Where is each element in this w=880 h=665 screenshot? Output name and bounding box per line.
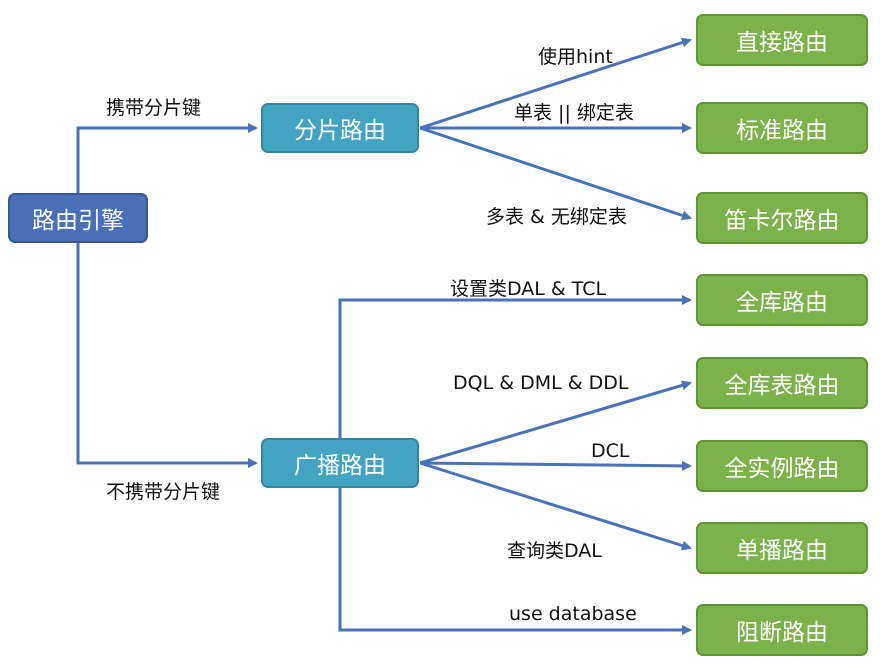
label-dql-dml-ddl: DQL & DML & DDL — [453, 372, 629, 394]
all-db-table-route-node[interactable]: 全库表路由 — [696, 357, 868, 409]
label-multi-no-binding: 多表 & 无绑定表 — [486, 206, 627, 228]
edge-broadcast-alldbtable — [419, 380, 692, 465]
label-dcl: DCL — [591, 440, 630, 462]
all-db-route-node[interactable]: 全库路由 — [696, 274, 868, 326]
broadcast-route-node[interactable]: 广播路由 — [261, 438, 419, 488]
edge-engine-sharding — [76, 123, 258, 193]
routing-engine-node[interactable]: 路由引擎 — [8, 193, 148, 243]
edge-engine-broadcast — [76, 243, 258, 468]
label-set-dal-tcl: 设置类DAL & TCL — [450, 278, 607, 300]
label-with-shard-key: 携带分片键 — [106, 97, 202, 119]
block-route-node[interactable]: 阻断路由 — [696, 604, 868, 656]
edge-broadcast-alldb — [338, 295, 692, 438]
sharding-route-node[interactable]: 分片路由 — [261, 103, 419, 153]
label-without-shard-key: 不携带分片键 — [106, 481, 221, 503]
cartesian-route-node[interactable]: 笛卡尔路由 — [696, 192, 868, 244]
label-use-database: use database — [509, 603, 637, 625]
label-use-hint: 使用hint — [538, 46, 613, 68]
standard-route-node[interactable]: 标准路由 — [696, 102, 868, 154]
edge-broadcast-allinstance — [419, 460, 692, 471]
label-query-dal: 查询类DAL — [507, 540, 602, 562]
all-instance-route-node[interactable]: 全实例路由 — [696, 440, 868, 492]
label-single-or-binding: 单表 || 绑定表 — [514, 102, 634, 124]
direct-route-node[interactable]: 直接路由 — [696, 14, 868, 66]
unicast-route-node[interactable]: 单播路由 — [696, 522, 868, 574]
